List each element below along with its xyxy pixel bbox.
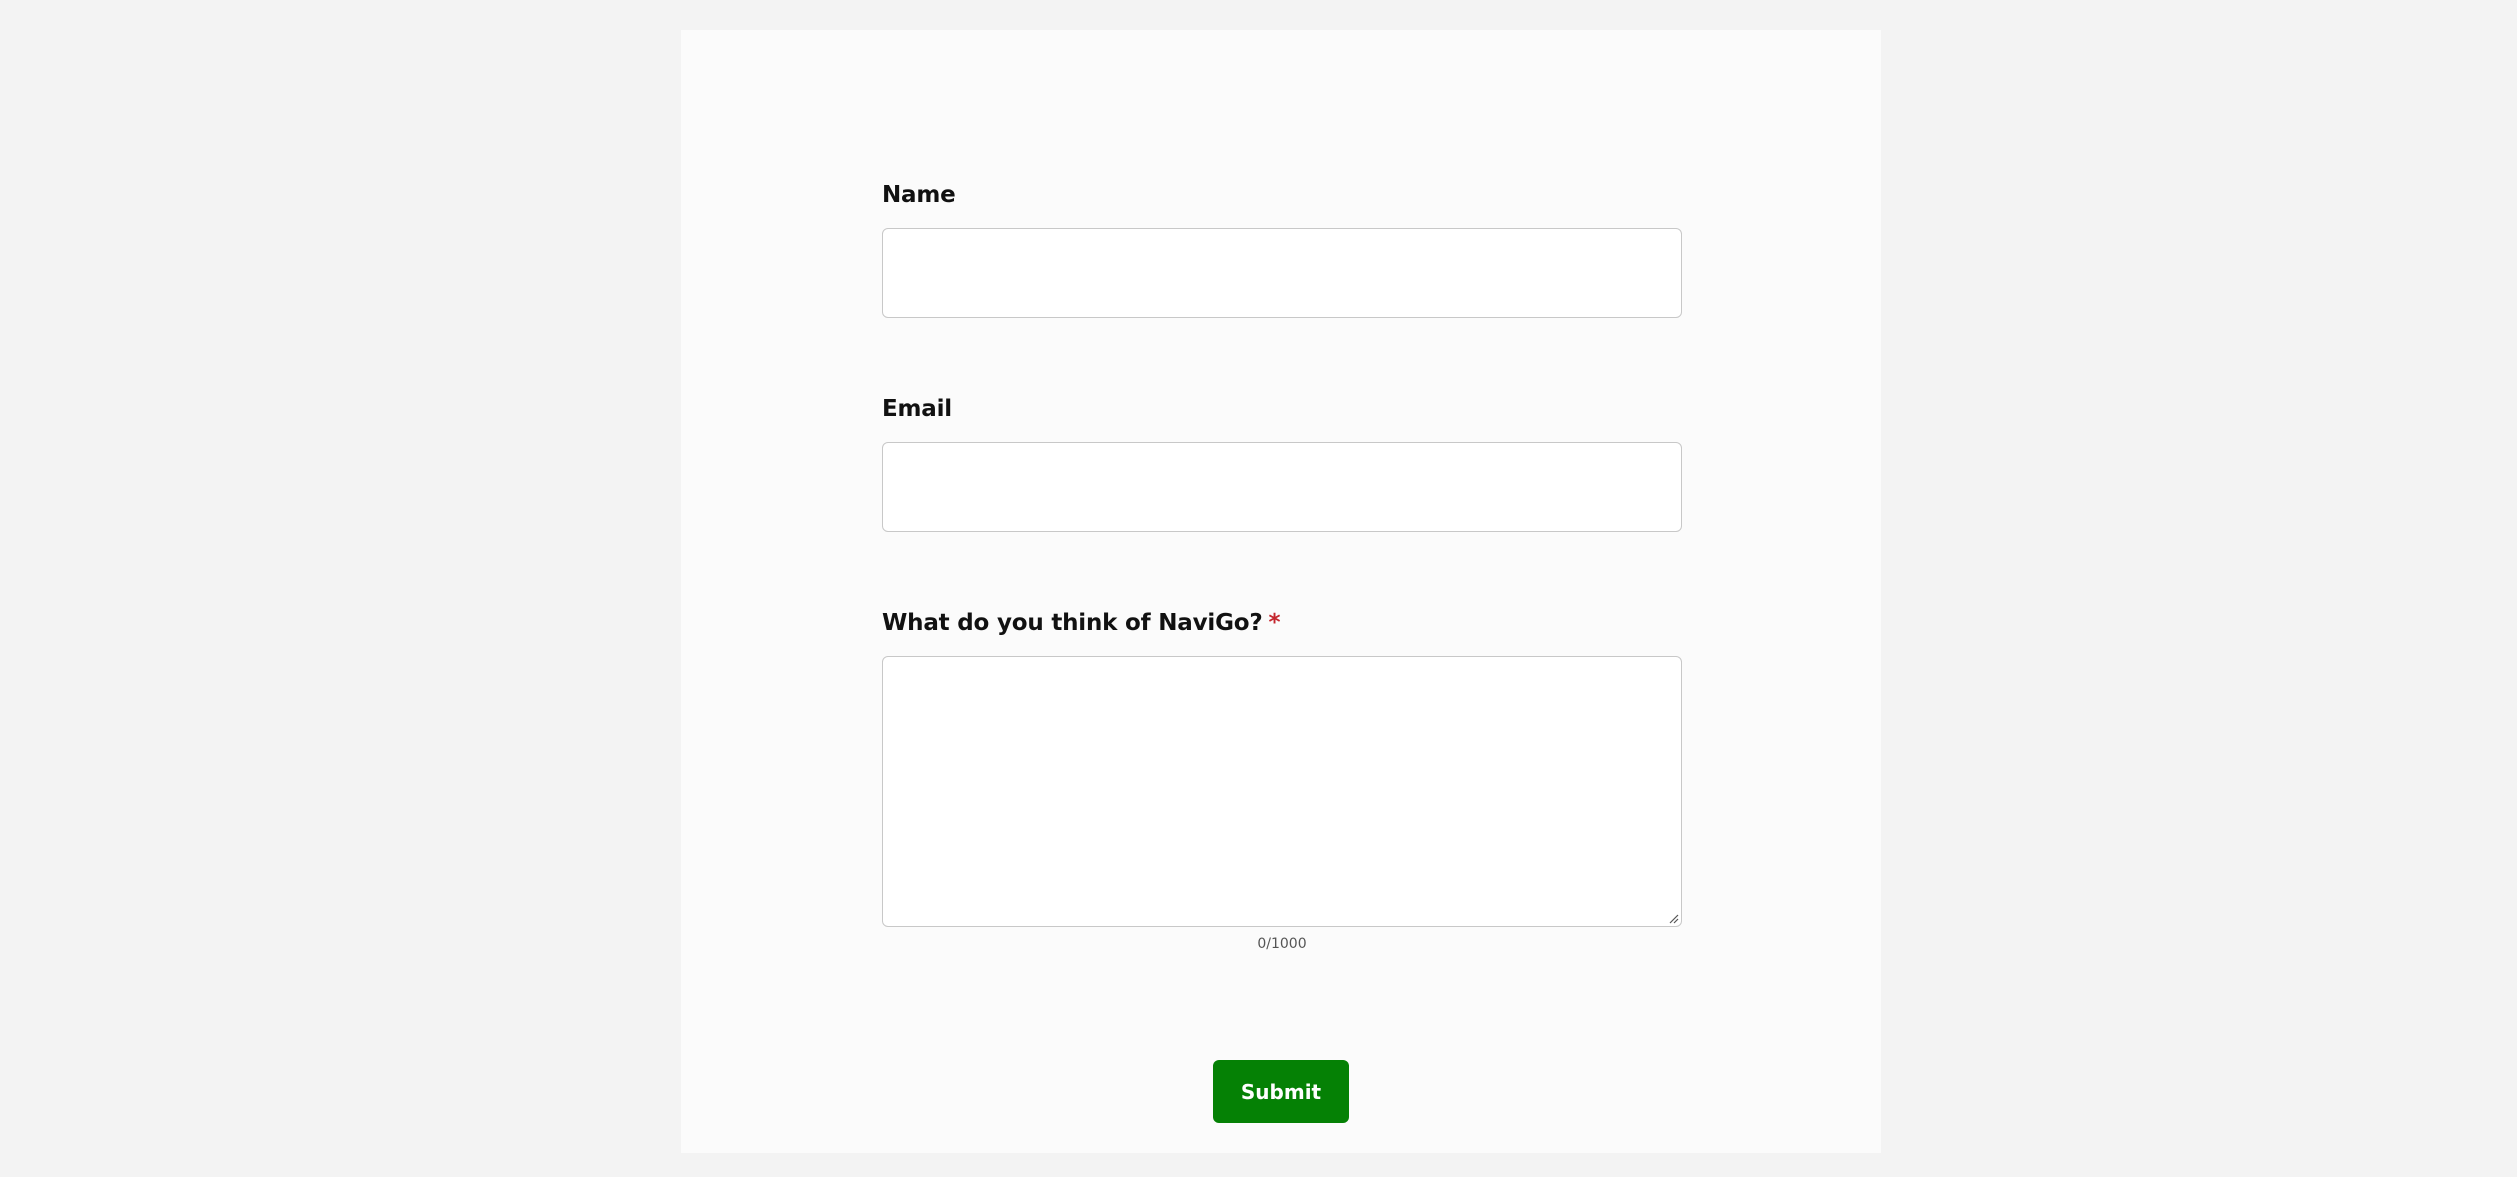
required-marker: * <box>1268 610 1281 636</box>
char-counter: 0/1000 <box>1257 936 1307 952</box>
submit-button[interactable]: Submit <box>1213 1060 1349 1123</box>
feedback-label-text: What do you think of NaviGo? <box>882 610 1263 636</box>
feedback-label: What do you think of NaviGo? * <box>882 610 1281 636</box>
email-label: Email <box>882 396 952 422</box>
email-input[interactable] <box>882 442 1682 532</box>
form-card: Name Email What do you think of NaviGo? *… <box>681 30 1881 1153</box>
name-label: Name <box>882 182 956 208</box>
feedback-textarea[interactable] <box>882 656 1682 927</box>
name-input[interactable] <box>882 228 1682 318</box>
resize-grip-icon[interactable] <box>1667 912 1679 924</box>
